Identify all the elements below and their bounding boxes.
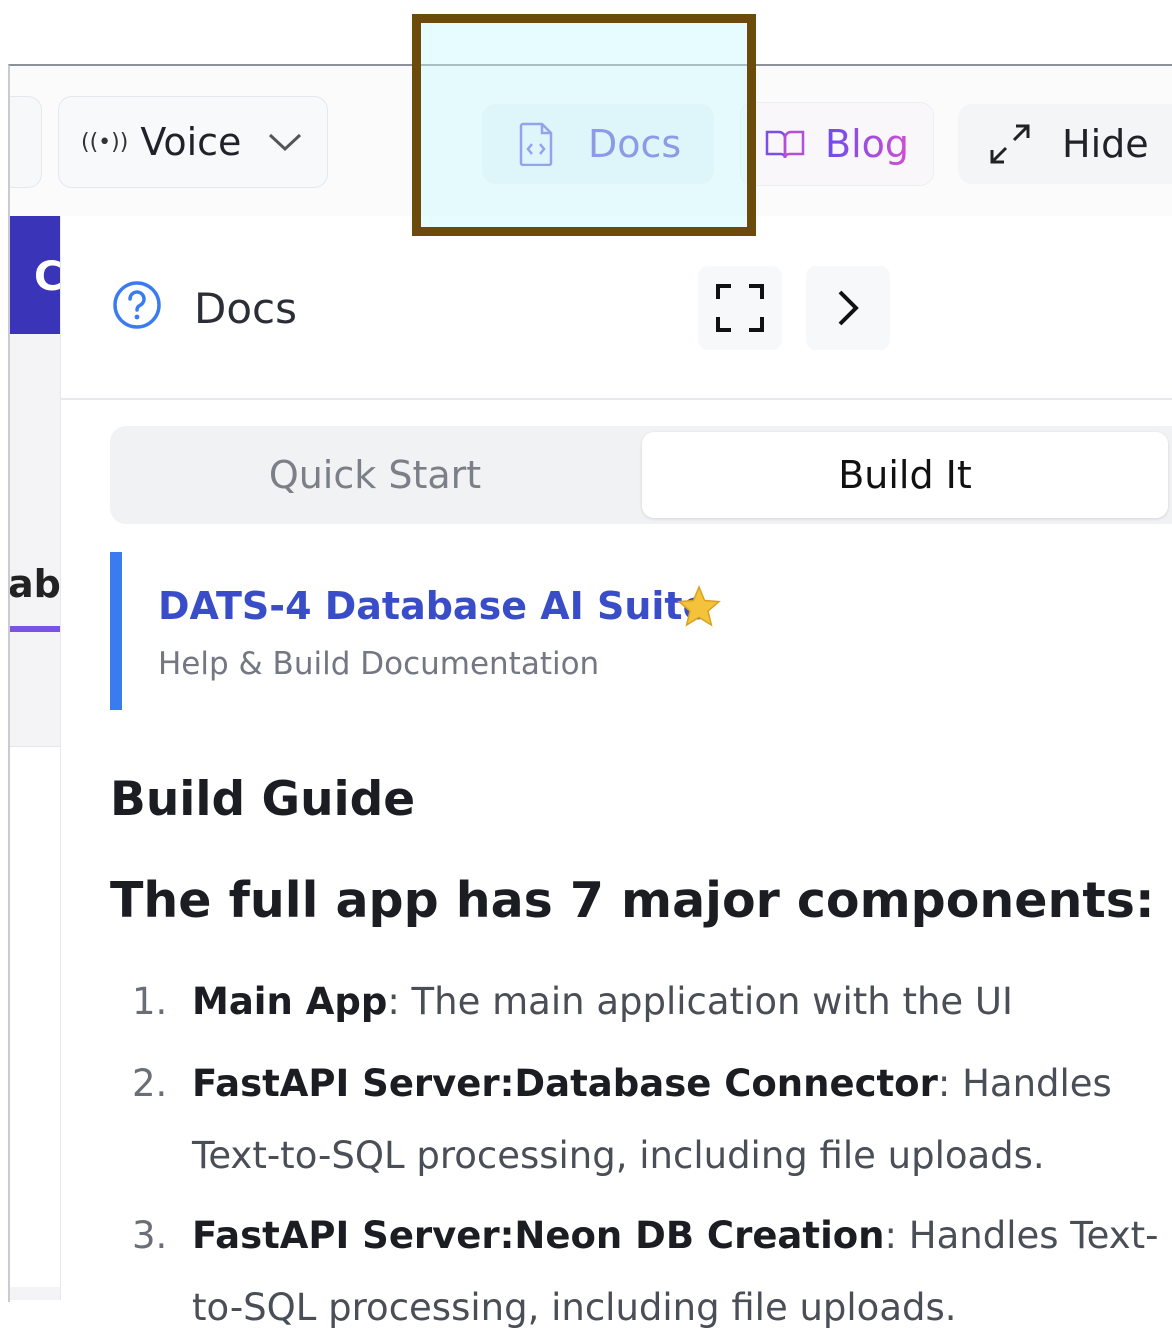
banner-accent-bar [110, 552, 122, 710]
book-open-icon [765, 130, 805, 159]
active-tab-underline [10, 626, 60, 632]
star-icon [677, 585, 721, 627]
sidebar-badge[interactable]: C [10, 216, 60, 334]
list-item-name: FastAPI Server:Database Connector [192, 1062, 938, 1105]
voice-dropdown[interactable]: ((•)) Voice [58, 96, 328, 188]
hide-label: Hide [1062, 122, 1149, 166]
list-item-number: 2. [132, 1062, 168, 1105]
chevron-right-icon [838, 290, 859, 326]
left-sidebar: C aba [10, 216, 60, 1300]
hide-button[interactable]: Hide [958, 104, 1172, 184]
panel-title: Docs [194, 284, 298, 333]
highlight-box [412, 14, 756, 236]
sidebar-tab-label[interactable]: aba [10, 562, 60, 606]
list-item-desc: : The main application with the UI [387, 980, 1013, 1023]
blog-button[interactable]: Blog [740, 102, 934, 186]
expand-arrows-icon [990, 124, 1030, 164]
collapse-panel-button[interactable] [806, 266, 890, 350]
list-item: FastAPI Server:Database Connector: Handl… [192, 1048, 1172, 1192]
toolbar-left-button[interactable] [10, 96, 42, 188]
help-circle-icon [113, 281, 161, 329]
list-item-name: FastAPI Server:Neon DB Creation [192, 1214, 885, 1257]
fullscreen-button[interactable] [698, 266, 782, 350]
list-item: Main App: The main application with the … [192, 966, 1172, 1038]
banner-title: DATS-4 Database AI Suite [158, 584, 709, 628]
list-item: FastAPI Server:Neon DB Creation: Handles… [192, 1200, 1172, 1344]
components-heading: The full app has 7 major components: [110, 872, 1155, 929]
build-guide-heading: Build Guide [110, 772, 416, 827]
voice-label: Voice [140, 120, 242, 164]
chevron-down-icon [269, 133, 302, 152]
blog-label: Blog [825, 122, 909, 166]
list-item-number: 1. [132, 980, 168, 1023]
tab-quick-start[interactable]: Quick Start [110, 432, 640, 518]
list-item-name: Main App [192, 980, 388, 1023]
docs-tabs: Quick Start Build It [110, 426, 1172, 524]
list-item-number: 3. [132, 1214, 168, 1257]
sidebar-content [10, 746, 60, 1287]
fullscreen-icon [716, 284, 764, 332]
tab-build-it[interactable]: Build It [642, 432, 1168, 518]
banner-subtitle: Help & Build Documentation [158, 646, 600, 682]
broadcast-icon: ((•)) [81, 129, 129, 155]
